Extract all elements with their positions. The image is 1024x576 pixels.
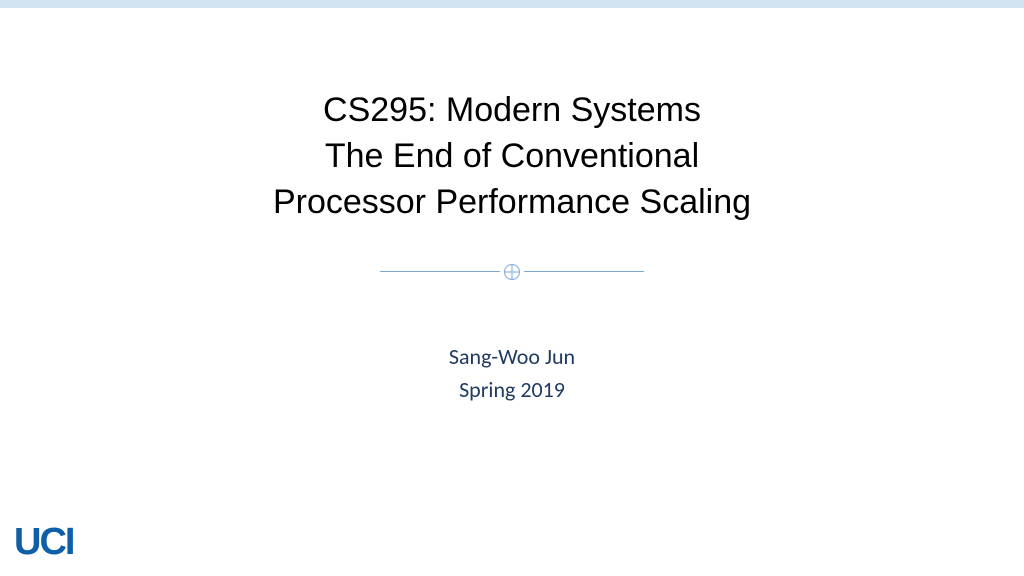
- divider-line-right: [524, 271, 644, 272]
- title-block: CS295: Modern Systems The End of Convent…: [0, 88, 1024, 226]
- divider-line-left: [380, 271, 500, 272]
- divider-ornament-icon: [504, 264, 520, 280]
- title-line-1: CS295: Modern Systems: [60, 88, 964, 134]
- top-accent-bar: [0, 0, 1024, 8]
- uci-logo: UCI: [14, 521, 73, 564]
- author-block: Sang-Woo Jun Spring 2019: [0, 340, 1024, 406]
- title-line-3: Processor Performance Scaling: [60, 180, 964, 226]
- semester-label: Spring 2019: [0, 373, 1024, 406]
- title-line-2: The End of Conventional: [60, 134, 964, 180]
- title-divider: [0, 264, 1024, 280]
- author-name: Sang-Woo Jun: [0, 340, 1024, 373]
